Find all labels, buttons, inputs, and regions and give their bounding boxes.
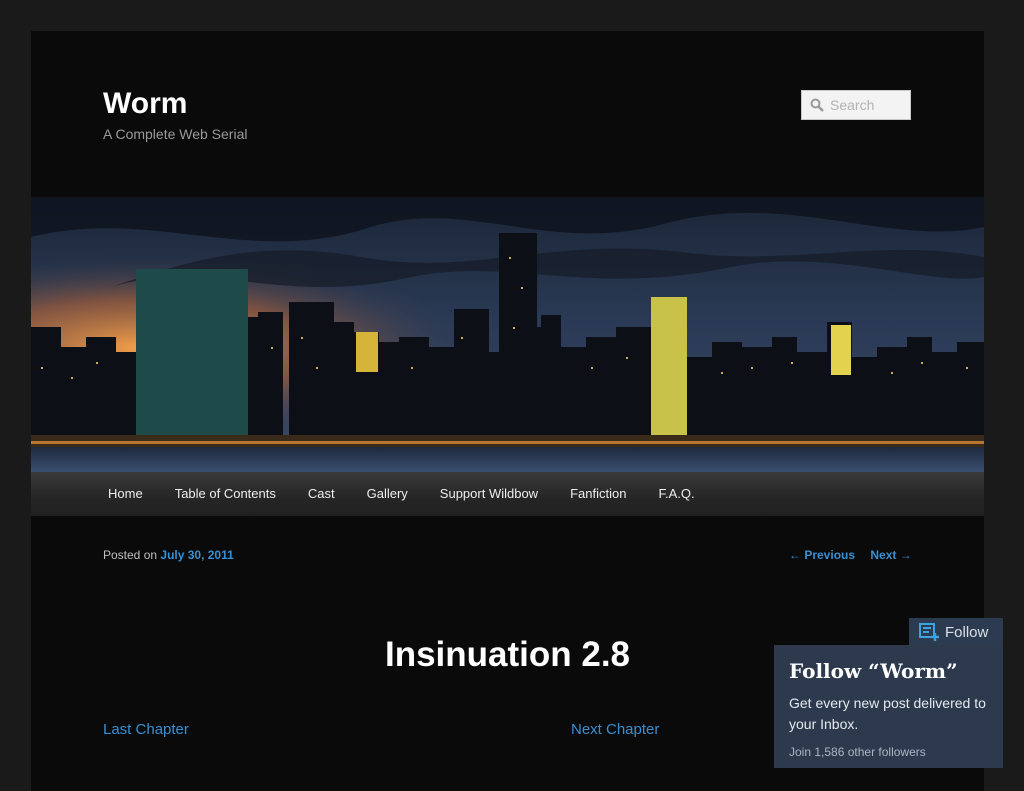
search-box[interactable] [801, 90, 911, 120]
next-chapter-link[interactable]: Next Chapter [571, 721, 659, 738]
nav-table-of-contents[interactable]: Table of Contents [159, 472, 292, 516]
follow-panel-title: Follow “Worm” [789, 659, 958, 683]
nav-cast[interactable]: Cast [292, 472, 351, 516]
follow-icon [919, 623, 939, 641]
nav-home[interactable]: Home [31, 472, 159, 516]
post-date-link[interactable]: July 30, 2011 [160, 548, 233, 562]
nav-support-wildbow[interactable]: Support Wildbow [424, 472, 554, 516]
site-description: A Complete Web Serial [103, 126, 248, 142]
previous-post-link[interactable]: ← Previous [789, 548, 855, 562]
follow-panel-description: Get every new post delivered to your Inb… [789, 695, 986, 732]
nav-gallery[interactable]: Gallery [351, 472, 424, 516]
main-navigation: Home Table of Contents Cast Gallery Supp… [31, 472, 984, 516]
city-skyline-image [31, 197, 984, 472]
follow-button-label: Follow [945, 623, 989, 641]
next-post-link[interactable]: Next → [870, 548, 911, 562]
follow-button[interactable]: Follow [909, 618, 1003, 646]
follower-count: Join 1,586 other followers [789, 745, 926, 759]
follow-panel: Follow “Worm” Get every new post deliver… [774, 645, 1003, 768]
site-title[interactable]: Worm [103, 87, 187, 121]
search-icon [810, 98, 824, 112]
last-chapter-link[interactable]: Last Chapter [103, 721, 189, 738]
nav-faq[interactable]: F.A.Q. [642, 472, 710, 516]
post-navigation: ← Previous Next → [789, 548, 912, 562]
nav-fanfiction[interactable]: Fanfiction [554, 472, 642, 516]
header-banner-image[interactable] [31, 197, 984, 472]
search-input[interactable] [830, 97, 910, 113]
post-meta: Posted on July 30, 2011 [103, 548, 234, 562]
posted-on-label: Posted on [103, 548, 158, 562]
